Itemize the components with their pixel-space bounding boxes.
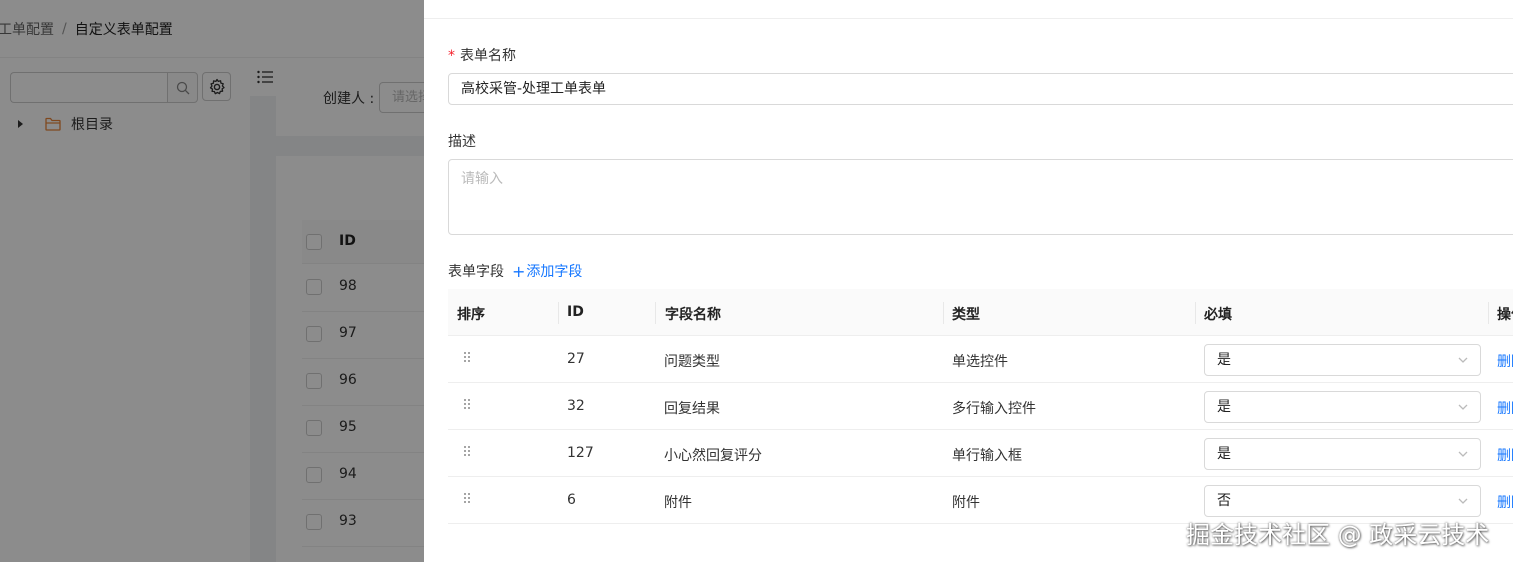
required-select-value: 是 xyxy=(1217,446,1231,462)
required-select-value: 是 xyxy=(1217,399,1231,415)
drawer-header-divider xyxy=(424,18,1513,19)
description-label: 描述 xyxy=(448,134,476,150)
required-select[interactable]: 是 xyxy=(1204,344,1481,376)
required-select[interactable]: 是 xyxy=(1204,438,1481,470)
plus-icon: + xyxy=(512,261,526,281)
column-divider xyxy=(943,302,944,324)
form-name-label-text: 表单名称 xyxy=(460,48,516,64)
delete-field-link[interactable]: 删除 xyxy=(1497,351,1513,371)
form-name-label: * 表单名称 xyxy=(448,45,516,65)
drag-handle-icon[interactable] xyxy=(461,444,473,458)
form-name-input[interactable]: 高校采管-处理工单表单 xyxy=(448,73,1513,105)
required-select[interactable]: 否 xyxy=(1204,485,1481,517)
column-divider xyxy=(1195,302,1196,324)
watermark: 掘金技术社区 @ 政采云技术 xyxy=(1186,521,1490,549)
column-header-required: 必填 xyxy=(1204,307,1232,323)
field-name: 回复结果 xyxy=(664,401,720,417)
required-mark: * xyxy=(448,48,455,64)
chevron-down-icon xyxy=(1458,498,1468,504)
column-header-type: 类型 xyxy=(952,307,980,323)
field-name: 问题类型 xyxy=(664,354,720,370)
delete-field-link[interactable]: 删除 xyxy=(1497,492,1513,512)
add-field-label: 添加字段 xyxy=(526,264,583,280)
drag-handle-icon[interactable] xyxy=(461,397,473,411)
field-type: 单选控件 xyxy=(952,354,1008,370)
required-select-value: 是 xyxy=(1217,352,1231,368)
column-divider xyxy=(655,302,656,324)
delete-field-link[interactable]: 删除 xyxy=(1497,445,1513,465)
required-select[interactable]: 是 xyxy=(1204,391,1481,423)
description-textarea[interactable]: 请输入 xyxy=(448,159,1513,235)
field-type: 附件 xyxy=(952,495,980,511)
field-type: 多行输入控件 xyxy=(952,401,1036,417)
add-field-button[interactable]: + 添加字段 xyxy=(512,261,582,281)
drag-handle-icon[interactable] xyxy=(461,491,473,505)
chevron-down-icon xyxy=(1458,357,1468,363)
delete-field-link[interactable]: 删除 xyxy=(1497,398,1513,418)
chevron-down-icon xyxy=(1458,404,1468,410)
field-name: 附件 xyxy=(664,495,692,511)
column-header-field-name: 字段名称 xyxy=(665,307,721,323)
field-id: 127 xyxy=(567,445,594,461)
column-divider xyxy=(1488,302,1489,324)
field-id: 27 xyxy=(567,351,585,367)
field-id: 32 xyxy=(567,398,585,414)
field-type: 单行输入框 xyxy=(952,448,1022,464)
column-header-id: ID xyxy=(567,304,584,320)
required-select-value: 否 xyxy=(1217,493,1231,509)
column-header-action: 操作 xyxy=(1497,307,1513,323)
form-fields-label: 表单字段 xyxy=(448,264,504,280)
field-row: 127 小心然回复评分 单行输入框 是 删除 xyxy=(448,430,1513,477)
field-name: 小心然回复评分 xyxy=(664,448,762,464)
chevron-down-icon xyxy=(1458,451,1468,457)
column-header-sort: 排序 xyxy=(457,307,485,323)
fields-table-header: 排序 ID 字段名称 类型 必填 操作 xyxy=(448,289,1513,336)
field-id: 6 xyxy=(567,492,576,508)
drag-handle-icon[interactable] xyxy=(461,350,473,364)
edit-form-drawer: * 表单名称 高校采管-处理工单表单 描述 请输入 表单字段 + 添加字段 排序 I… xyxy=(424,0,1513,562)
field-row: 32 回复结果 多行输入控件 是 删除 xyxy=(448,383,1513,430)
field-row: 27 问题类型 单选控件 是 删除 xyxy=(448,336,1513,383)
column-divider xyxy=(558,302,559,324)
